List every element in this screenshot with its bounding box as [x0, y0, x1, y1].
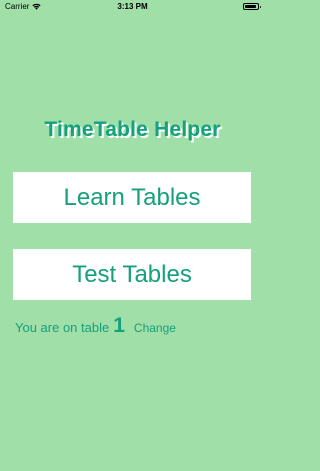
status-time: 3:13 PM: [117, 2, 148, 11]
battery-fill: [245, 5, 256, 8]
current-table-number: 1: [113, 314, 125, 337]
current-table-row: You are on table 1 Change: [15, 314, 176, 338]
battery-icon: [243, 3, 261, 10]
app-title: TimeTable Helper: [44, 118, 221, 141]
change-table-button[interactable]: Change: [134, 321, 176, 335]
status-bar: Carrier 3:13 PM: [0, 0, 265, 14]
current-table-label: You are on table: [15, 320, 110, 335]
test-tables-button[interactable]: Test Tables: [13, 249, 251, 300]
learn-tables-button[interactable]: Learn Tables: [13, 172, 251, 223]
